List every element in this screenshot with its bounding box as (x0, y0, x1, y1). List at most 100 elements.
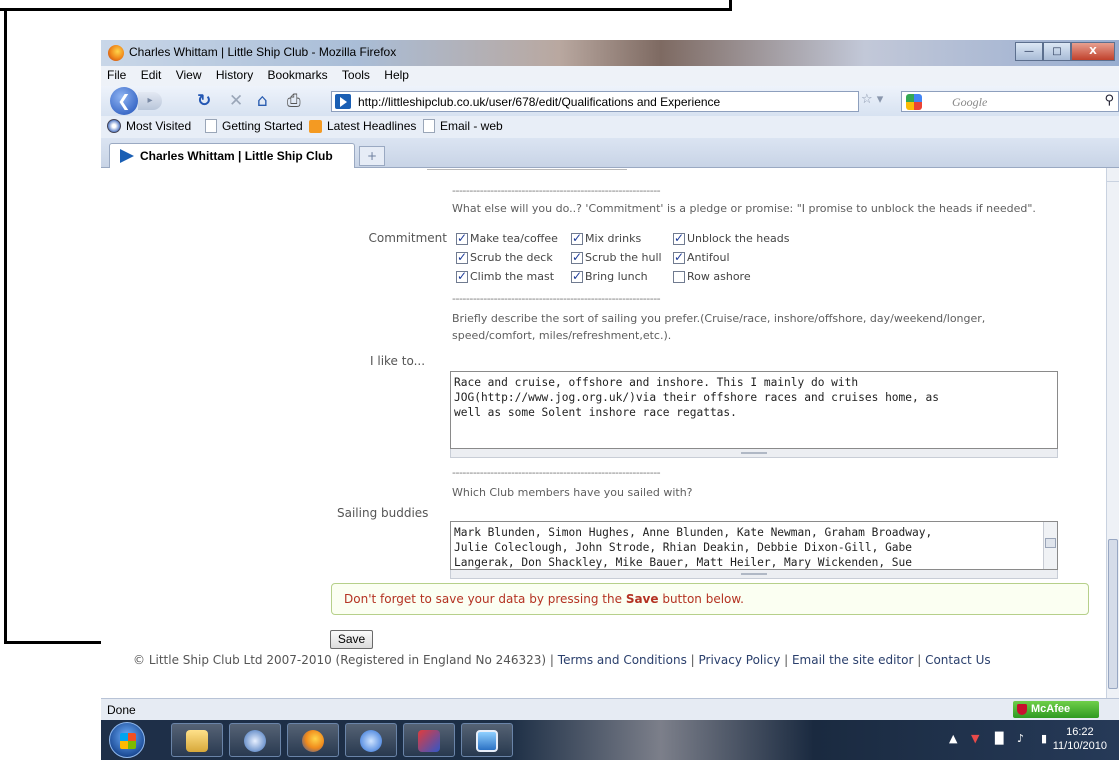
forward-button[interactable]: ▸ (138, 92, 162, 110)
tab-title: Charles Whittam | Little Ship Club (140, 149, 333, 163)
checkbox-box[interactable] (673, 250, 685, 264)
scroll-thumb[interactable] (1045, 538, 1056, 548)
checkbox-box[interactable] (456, 250, 468, 264)
taskbar-explorer[interactable] (171, 723, 223, 757)
checkbox-box[interactable] (456, 269, 468, 283)
status-bar: Done McAfee (101, 698, 1119, 720)
search-box[interactable]: Google ⚲ (901, 91, 1119, 112)
bookmark-most-visited[interactable]: Most Visited (107, 119, 191, 133)
checkbox-box[interactable] (571, 231, 583, 245)
stop-icon[interactable]: ✕ (229, 92, 243, 110)
page-content: ----------------------------------------… (101, 168, 1106, 698)
address-url: http://littleshipclub.co.uk/user/678/edi… (358, 95, 721, 109)
textarea-resize-grip[interactable] (450, 570, 1058, 579)
textarea-resize-grip[interactable] (450, 449, 1058, 458)
taskbar-app-4[interactable] (345, 723, 397, 757)
volume-icon[interactable]: ♪ (1017, 732, 1024, 745)
privacy-link[interactable]: Privacy Policy (699, 653, 781, 667)
maximize-button[interactable]: □ (1043, 42, 1071, 61)
firefox-icon (302, 730, 324, 752)
divider: ----------------------------------------… (452, 466, 661, 479)
buddies-textarea[interactable]: Mark Blunden, Simon Hughes, Anne Blunden… (450, 521, 1058, 570)
checkbox-box[interactable] (571, 269, 583, 283)
checkbox-make-tea[interactable]: Make tea/coffee (456, 231, 558, 245)
checkbox-unblock-heads[interactable]: Unblock the heads (673, 231, 789, 245)
print-icon[interactable]: ⎙ (287, 92, 301, 110)
scroll-thumb[interactable] (1108, 539, 1118, 689)
bookmark-getting-started[interactable]: Getting Started (205, 119, 303, 133)
menu-file[interactable]: File (102, 66, 131, 84)
menu-view[interactable]: View (171, 66, 207, 84)
back-button[interactable]: ❮ (110, 87, 138, 115)
new-tab-button[interactable]: + (359, 146, 385, 166)
mcafee-tray-icon[interactable]: ▼ (971, 732, 979, 745)
checkbox-box[interactable] (571, 250, 583, 264)
bookmark-star-icon[interactable]: ☆ ▾ (861, 92, 883, 107)
menu-bookmarks[interactable]: Bookmarks (263, 66, 333, 84)
network-icon[interactable]: █ (995, 732, 1003, 745)
checkbox-antifoul[interactable]: Antifoul (673, 250, 730, 264)
commitment-description: What else will you do..? 'Commitment' is… (452, 202, 1036, 215)
app-icon (418, 730, 440, 752)
tab-active[interactable]: Charles Whittam | Little Ship Club (109, 143, 355, 168)
bookmark-label: Most Visited (126, 119, 192, 133)
annotation-line-left (4, 8, 7, 644)
home-icon[interactable]: ⌂ (257, 92, 268, 110)
checkbox-climb-mast[interactable]: Climb the mast (456, 269, 554, 283)
bookmark-email-web[interactable]: Email - web (423, 119, 503, 133)
minimize-button[interactable]: — (1015, 42, 1043, 61)
terms-link[interactable]: Terms and Conditions (558, 653, 687, 667)
checkbox-box[interactable] (456, 231, 468, 245)
tray-expand-icon[interactable]: ▲ (949, 732, 957, 745)
browser-window: Charles Whittam | Little Ship Club - Moz… (101, 40, 1119, 720)
checkbox-bring-lunch[interactable]: Bring lunch (571, 269, 648, 283)
commitment-label: Commitment (368, 231, 447, 245)
checkbox-box[interactable] (673, 231, 685, 245)
save-button[interactable]: Save (330, 630, 373, 649)
status-text: Done (107, 703, 136, 717)
email-editor-link[interactable]: Email the site editor (792, 653, 913, 667)
checkbox-label: Make tea/coffee (470, 232, 558, 245)
mcafee-badge[interactable]: McAfee (1013, 701, 1099, 718)
bookmark-latest-headlines[interactable]: Latest Headlines (309, 119, 416, 133)
checkbox-mix-drinks[interactable]: Mix drinks (571, 231, 641, 245)
clock-date: 11/10/2010 (1052, 740, 1107, 752)
bookmark-label: Latest Headlines (327, 119, 417, 133)
start-button[interactable] (109, 722, 145, 758)
footer-separator: | (780, 653, 792, 667)
search-icon[interactable]: ⚲ (1104, 93, 1114, 108)
checkbox-scrub-deck[interactable]: Scrub the deck (456, 250, 553, 264)
power-icon[interactable]: ▮ (1041, 732, 1047, 745)
checkbox-row-ashore[interactable]: Row ashore (673, 270, 751, 283)
ilike-label: I like to... (370, 354, 426, 368)
taskbar-app-5[interactable] (403, 723, 455, 757)
sailing-description-line-1: Briefly describe the sort of sailing you… (452, 312, 986, 325)
address-bar[interactable]: http://littleshipclub.co.uk/user/678/edi… (331, 91, 859, 112)
menu-history[interactable]: History (211, 66, 258, 84)
page-scrollbar[interactable] (1106, 168, 1119, 698)
checkbox-scrub-hull[interactable]: Scrub the hull (571, 250, 662, 264)
most-visited-icon (107, 119, 121, 133)
taskbar-firefox[interactable] (287, 723, 339, 757)
clock[interactable]: 16:22 11/10/2010 (1053, 725, 1107, 753)
ilike-textarea[interactable]: Race and cruise, offshore and inshore. T… (450, 371, 1058, 449)
system-tray: ▲ ▼ █ ♪ ▮ 16:22 11/10/2010 (929, 720, 1119, 760)
checkbox-label: Antifoul (687, 251, 730, 264)
footer-copyright: © Little Ship Club Ltd 2007-2010 (Regist… (133, 653, 558, 667)
divider: ----------------------------------------… (452, 292, 661, 305)
tab-bar: Charles Whittam | Little Ship Club + (101, 138, 1119, 168)
close-button[interactable]: X (1071, 42, 1115, 61)
menu-help[interactable]: Help (379, 66, 414, 84)
taskbar-outlook[interactable] (229, 723, 281, 757)
scroll-up-arrow[interactable] (1107, 168, 1119, 182)
menu-edit[interactable]: Edit (136, 66, 167, 84)
buddies-textarea-scrollbar[interactable] (1043, 522, 1057, 569)
taskbar-app-6[interactable] (461, 723, 513, 757)
menu-tools[interactable]: Tools (337, 66, 375, 84)
checkbox-box[interactable] (673, 270, 685, 283)
reload-icon[interactable]: ↻ (197, 92, 211, 110)
window-title: Charles Whittam | Little Ship Club - Moz… (129, 45, 397, 59)
contact-link[interactable]: Contact Us (925, 653, 991, 667)
page-icon (205, 119, 217, 133)
site-favicon-icon (120, 149, 134, 163)
